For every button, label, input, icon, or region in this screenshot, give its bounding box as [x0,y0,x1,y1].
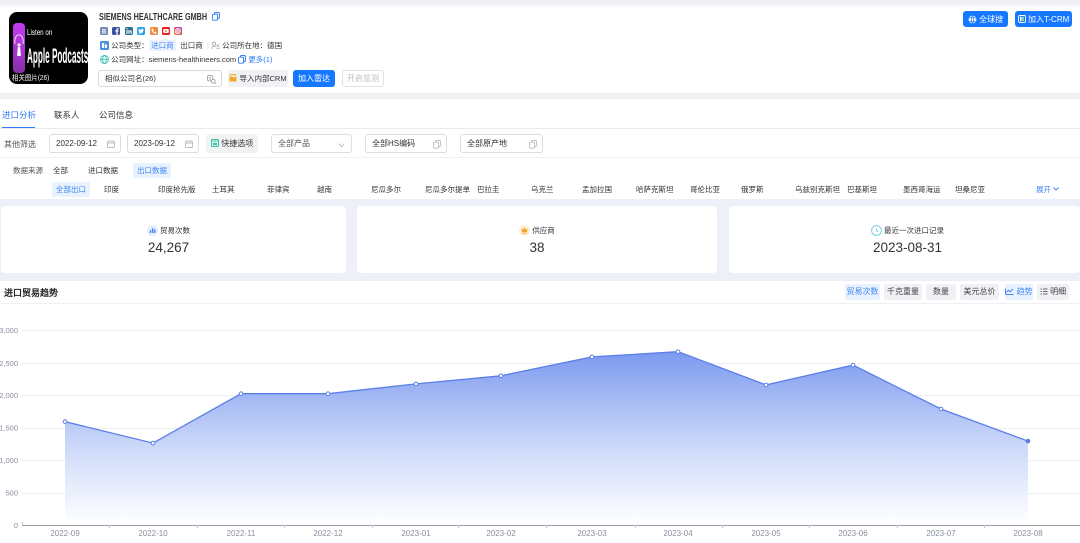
svg-text:1,500: 1,500 [0,424,18,433]
svg-text:2022-12: 2022-12 [313,529,343,538]
svg-text:2022-09: 2022-09 [50,529,80,538]
svg-text:2023-04: 2023-04 [663,529,693,538]
svg-text:2,000: 2,000 [0,391,18,400]
svg-text:2023-08: 2023-08 [1013,529,1043,538]
svg-text:B: B [102,29,107,35]
svg-text:2023-03: 2023-03 [577,529,607,538]
svg-text:0: 0 [14,521,18,530]
svg-text:2,500: 2,500 [0,359,18,368]
svg-text:3,000: 3,000 [0,326,18,335]
svg-text:2022-10: 2022-10 [138,529,168,538]
svg-text:2023-01: 2023-01 [401,529,431,538]
svg-text:2023-05: 2023-05 [751,529,781,538]
svg-text:2023-07: 2023-07 [926,529,956,538]
svg-text:1,000: 1,000 [0,456,18,465]
svg-text:2023-02: 2023-02 [486,529,516,538]
svg-text:2023-06: 2023-06 [838,529,868,538]
svg-text:2022-11: 2022-11 [227,529,256,538]
svg-text:500: 500 [5,489,18,498]
